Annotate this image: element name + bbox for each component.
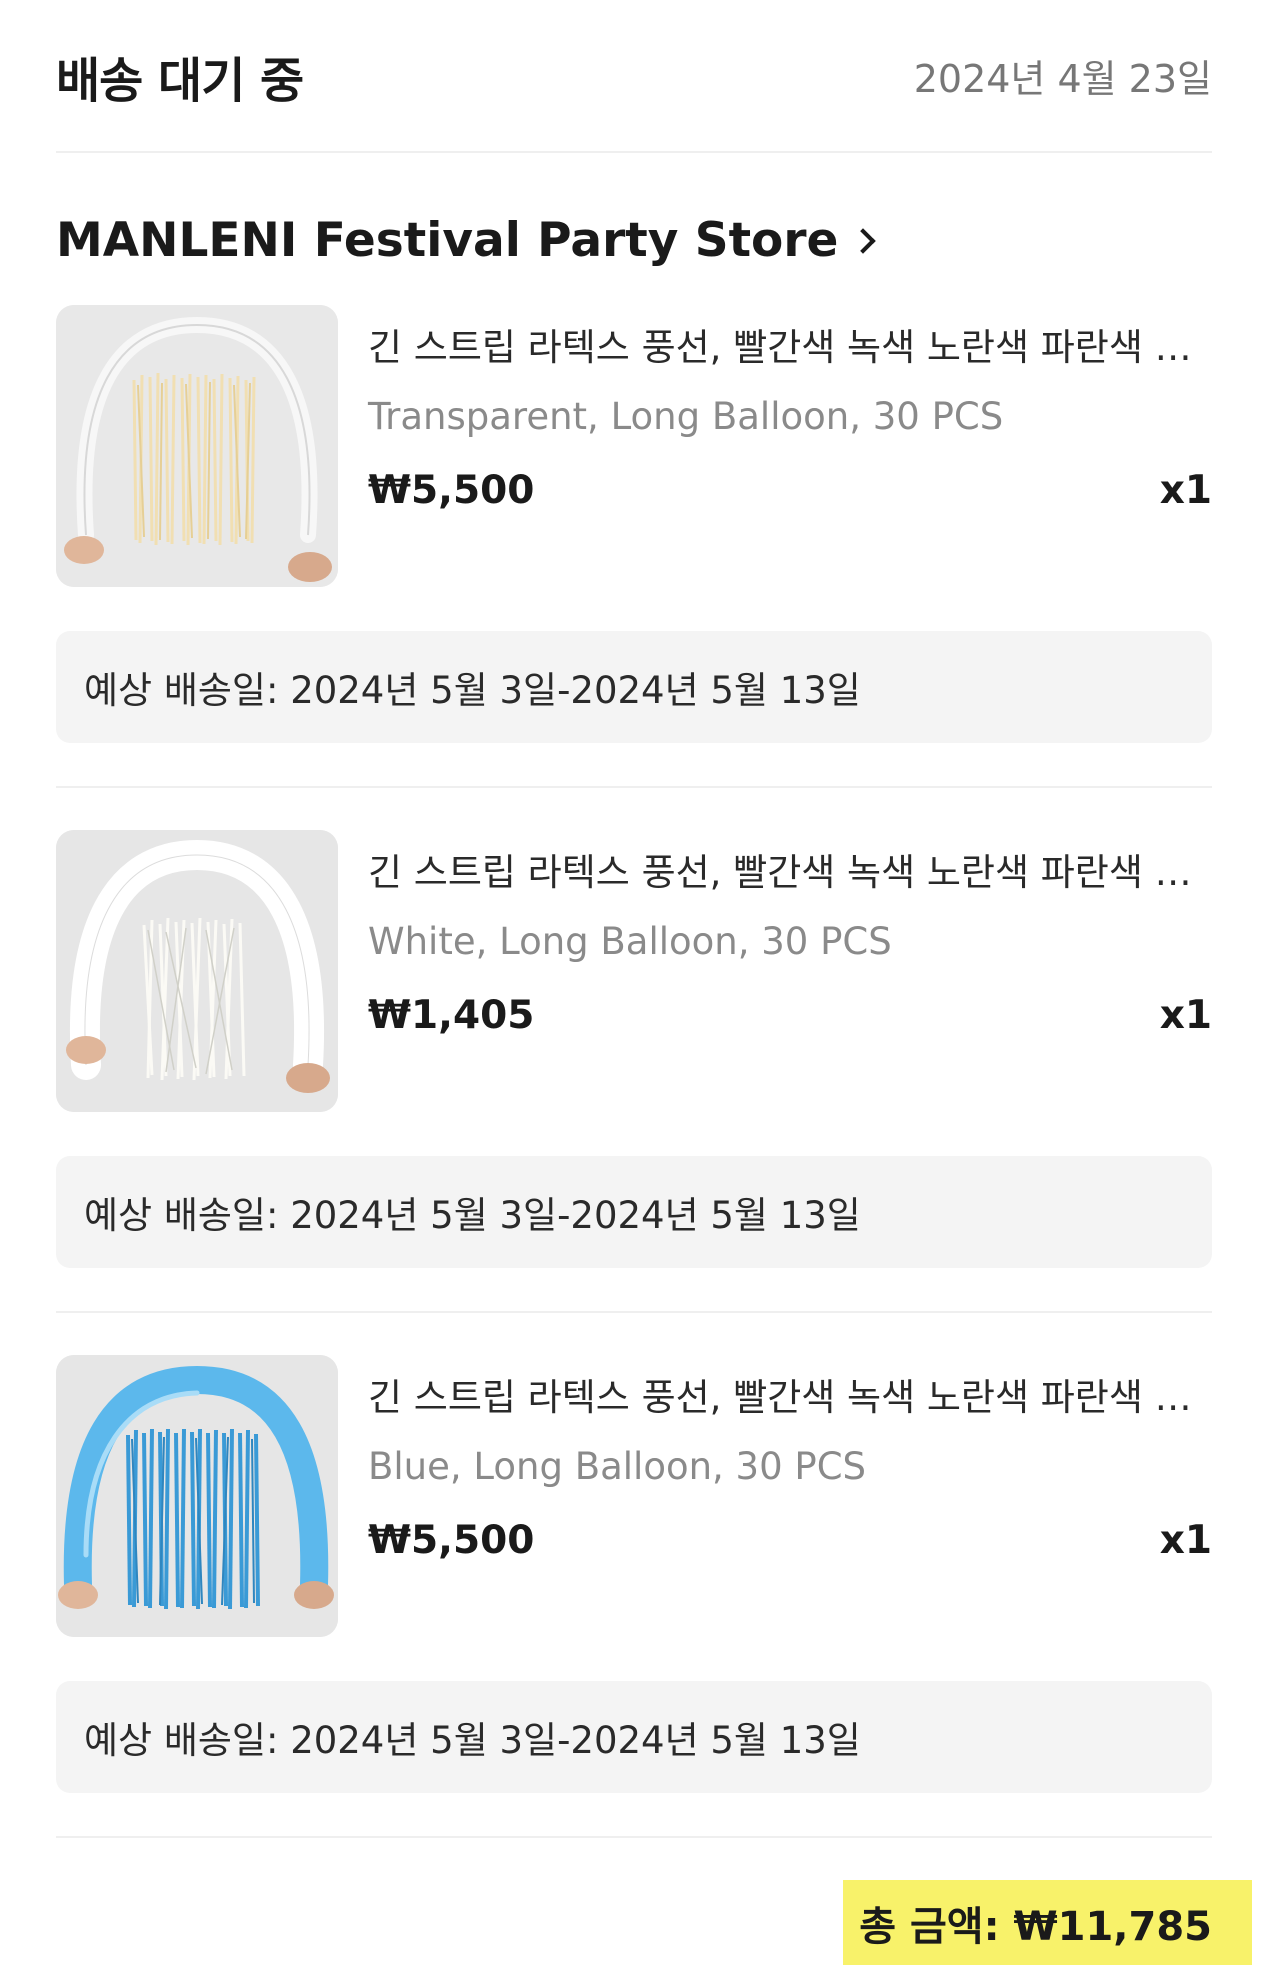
item-variant: White, Long Balloon, 30 PCS (368, 920, 892, 963)
price-row: ₩5,500 x1 (368, 468, 1212, 513)
order-item[interactable]: 긴 스트립 라텍스 풍선, 빨간색 녹색 노란색 파란색 흰색 검정색 Whit… (56, 830, 1212, 1112)
total-row: 총 금액: ₩11,785 (56, 1880, 1252, 1965)
estimated-delivery: 예상 배송일: 2024년 5월 3일-2024년 5월 13일 (56, 1681, 1212, 1793)
product-thumbnail[interactable] (56, 830, 338, 1112)
order-status: 배송 대기 중 (56, 52, 304, 109)
order-item[interactable]: 긴 스트립 라텍스 풍선, 빨간색 녹색 노란색 파란색 흰색 검정색 Tran… (56, 305, 1212, 587)
item-title: 긴 스트립 라텍스 풍선, 빨간색 녹색 노란색 파란색 흰색 검정색 (368, 851, 1212, 894)
divider (56, 1836, 1212, 1838)
item-title: 긴 스트립 라텍스 풍선, 빨간색 녹색 노란색 파란색 흰색 검정색 (368, 1376, 1212, 1419)
item-price: ₩5,500 (368, 1518, 535, 1563)
balloon-product-image (56, 1355, 338, 1637)
item-variant: Transparent, Long Balloon, 30 PCS (368, 395, 1004, 438)
price-row: ₩5,500 x1 (368, 1518, 1212, 1563)
order-header: 배송 대기 중 2024년 4월 23일 (56, 0, 1212, 153)
chevron-right-icon (850, 228, 877, 254)
product-thumbnail[interactable] (56, 305, 338, 587)
item-quantity: x1 (1159, 993, 1212, 1038)
order-date: 2024년 4월 23일 (913, 57, 1212, 101)
item-info: 긴 스트립 라텍스 풍선, 빨간색 녹색 노란색 파란색 흰색 검정색 Blue… (368, 1355, 1212, 1637)
item-variant: Blue, Long Balloon, 30 PCS (368, 1445, 867, 1488)
item-info: 긴 스트립 라텍스 풍선, 빨간색 녹색 노란색 파란색 흰색 검정색 Tran… (368, 305, 1212, 587)
divider (56, 786, 1212, 788)
item-info: 긴 스트립 라텍스 풍선, 빨간색 녹색 노란색 파란색 흰색 검정색 Whit… (368, 830, 1212, 1112)
order-card: 배송 대기 중 2024년 4월 23일 MANLENI Festival Pa… (56, 0, 1252, 1965)
estimated-delivery: 예상 배송일: 2024년 5월 3일-2024년 5월 13일 (56, 1156, 1212, 1268)
divider (56, 1311, 1212, 1313)
estimated-delivery: 예상 배송일: 2024년 5월 3일-2024년 5월 13일 (56, 631, 1212, 743)
item-price: ₩1,405 (368, 993, 535, 1038)
product-thumbnail[interactable] (56, 1355, 338, 1637)
price-row: ₩1,405 x1 (368, 993, 1212, 1038)
item-quantity: x1 (1159, 468, 1212, 513)
item-title: 긴 스트립 라텍스 풍선, 빨간색 녹색 노란색 파란색 흰색 검정색 (368, 326, 1212, 369)
store-link[interactable]: MANLENI Festival Party Store (56, 175, 1212, 305)
balloon-product-image (56, 305, 338, 587)
item-price: ₩5,500 (368, 468, 535, 513)
item-quantity: x1 (1159, 1518, 1212, 1563)
store-name: MANLENI Festival Party Store (56, 212, 839, 268)
total-amount: 총 금액: ₩11,785 (843, 1880, 1252, 1965)
order-item[interactable]: 긴 스트립 라텍스 풍선, 빨간색 녹색 노란색 파란색 흰색 검정색 Blue… (56, 1355, 1212, 1637)
balloon-product-image (56, 830, 338, 1112)
